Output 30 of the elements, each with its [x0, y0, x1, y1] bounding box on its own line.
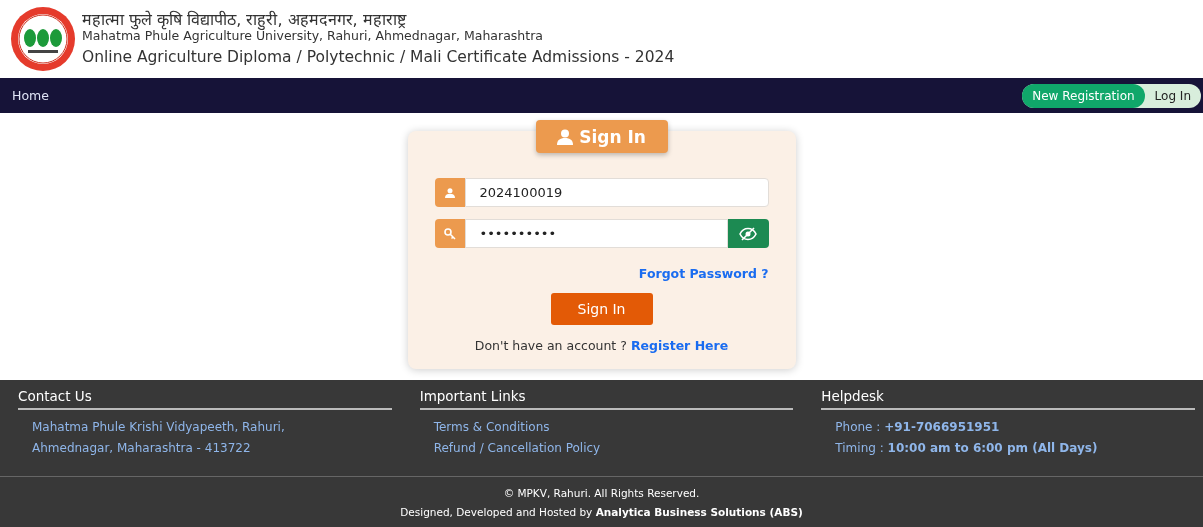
footer-link[interactable]: Terms & Conditions — [419, 420, 794, 434]
footer-heading: Contact Us — [18, 388, 392, 410]
user-icon — [557, 128, 574, 145]
footer-heading: Helpdesk — [821, 388, 1195, 410]
home-link[interactable]: Home — [12, 88, 49, 103]
portal-title: Online Agriculture Diploma / Polytechnic / Mali Certificate Admissions - 2024 — [82, 49, 675, 68]
footer-link[interactable]: Refund / Cancellation Policy — [419, 441, 794, 455]
show-password-button[interactable] — [727, 219, 769, 248]
helpdesk-info: Timing : 10:00 am to 6:00 pm (All Days) — [834, 441, 1099, 455]
eye-slash-icon — [739, 226, 757, 241]
user-icon — [444, 187, 455, 198]
university-name: Mahatma Phule Agriculture University, Rahuri, Ahmednagar, Maharashtra — [82, 29, 544, 44]
credit-text: Designed, Developed and Hosted by Analytica Business Solutions (ABS) — [399, 506, 804, 518]
username-field[interactable]: 2024100019 — [464, 178, 769, 207]
toggle-tab[interactable]: New Registration — [1022, 83, 1145, 108]
address-line: Ahmednagar, Maharashtra - 413722 — [31, 441, 252, 455]
address-line: Mahatma Phule Krishi Vidyapeeth, Rahuri, — [31, 420, 286, 434]
sign-in-button[interactable]: Sign In — [550, 293, 653, 325]
heading-text: Sign In — [579, 126, 646, 147]
register-prompt: Don't have an account ? — [474, 338, 627, 353]
footer-heading: Important Links — [419, 388, 794, 410]
forgot-password-link[interactable]: Forgot Password ? — [638, 266, 769, 281]
university-name-hindi: महात्मा फुले कृषि विद्यापीठ, राहुरी, अहमदनगर, महाराष्ट्र — [82, 10, 407, 30]
university-logo — [10, 6, 76, 72]
key-icon — [443, 227, 456, 240]
register-link[interactable]: Register Here — [630, 338, 729, 353]
toggle-tab[interactable]: Log In — [1144, 83, 1201, 108]
helpdesk-info: Phone : +91-7066951951 — [834, 420, 1001, 434]
password-field[interactable]: •••••••••• — [464, 219, 728, 248]
copyright-text: © MPKV, Rahuri. All Rights Reserved. — [502, 487, 701, 499]
